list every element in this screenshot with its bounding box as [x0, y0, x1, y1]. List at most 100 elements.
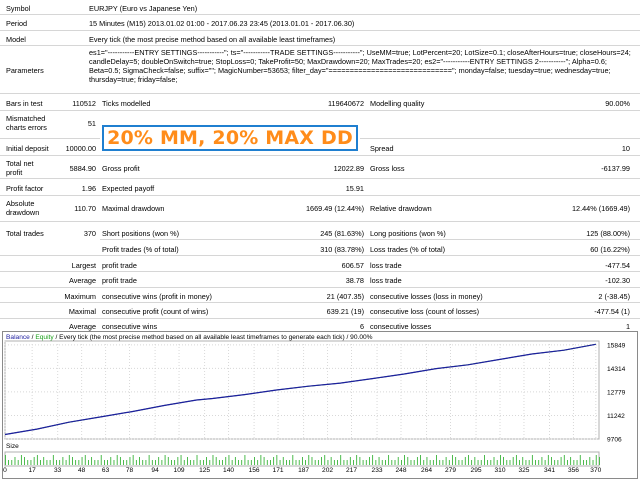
symbol-label: Symbol — [6, 4, 31, 13]
size-bar — [260, 455, 262, 465]
size-bar — [413, 460, 415, 465]
size-bar — [119, 457, 121, 465]
size-bar — [343, 460, 345, 465]
ticks-label: Ticks modelled — [102, 99, 151, 108]
size-bar — [455, 457, 457, 465]
size-bar — [254, 457, 255, 465]
size-bar — [592, 460, 594, 465]
size-bar — [209, 460, 211, 465]
x-tick-label: 109 — [174, 467, 185, 474]
size-bar — [525, 460, 527, 465]
spread-label: Spread — [370, 144, 394, 153]
x-tick-label: 279 — [445, 467, 456, 474]
size-bar — [496, 460, 498, 465]
divider — [0, 287, 640, 288]
size-bar — [177, 457, 179, 465]
size-bar — [423, 460, 425, 465]
largest-profit-label: profit trade — [102, 261, 137, 270]
size-bar — [263, 457, 265, 465]
chart-header-text: / Every tick (the most precise method ba… — [53, 334, 373, 341]
size-bar — [500, 455, 501, 465]
size-bar — [180, 455, 182, 465]
size-bar — [378, 457, 380, 465]
size-bar — [519, 460, 520, 465]
size-bar — [448, 460, 450, 465]
size-label: Size — [6, 443, 19, 450]
size-bar — [145, 460, 147, 465]
size-bar — [522, 457, 524, 465]
size-bar — [538, 460, 540, 465]
deposit-label: Initial deposit — [6, 144, 49, 153]
size-bar — [158, 457, 160, 465]
size-bar — [174, 460, 176, 465]
x-tick-label: 370 — [590, 467, 601, 474]
loss-trades-label: Loss trades (% of total) — [370, 245, 446, 254]
size-bar — [104, 460, 105, 465]
maximal-loss-label: consecutive loss (count of losses) — [370, 307, 480, 316]
size-bar — [30, 460, 32, 465]
largest-profit-value: 606.57 — [341, 261, 364, 270]
abs-dd-label: Absolute drawdown — [6, 199, 40, 217]
average-consec-label: Average — [68, 322, 96, 331]
profit-trades-label: Profit trades (% of total) — [102, 245, 179, 254]
size-bar — [72, 457, 73, 465]
divider — [0, 30, 640, 31]
gross-loss-label: Gross loss — [370, 164, 405, 173]
size-bar — [167, 457, 169, 465]
maximal-profit-value: 639.21 (19) — [326, 307, 364, 316]
size-bar — [305, 460, 306, 465]
largest-loss-value: -477.54 — [605, 261, 630, 270]
x-tick-label: 341 — [544, 467, 555, 474]
size-bar — [327, 460, 329, 465]
size-bar — [583, 460, 584, 465]
period-value: 15 Minutes (M15) 2013.01.02 01:00 - 2017… — [89, 19, 355, 28]
size-bar — [388, 455, 390, 465]
size-bar — [445, 457, 447, 465]
size-bar — [56, 460, 57, 465]
size-bar — [14, 457, 16, 465]
size-bar — [276, 455, 278, 465]
average-consec-losses-value: 1 — [625, 322, 630, 331]
size-bar — [579, 455, 581, 465]
maximum-losses-label: consecutive losses (loss in money) — [370, 292, 483, 301]
size-bar — [228, 455, 230, 465]
size-bar — [199, 460, 201, 465]
size-bar — [468, 455, 469, 465]
size-bar — [308, 455, 310, 465]
size-bar — [183, 460, 185, 465]
size-bar — [148, 455, 150, 465]
size-bar — [247, 460, 249, 465]
size-bar — [46, 460, 48, 465]
size-bar — [340, 455, 342, 465]
y-tick-label: 12779 — [607, 389, 626, 396]
short-pos-label: Short positions (won %) — [102, 229, 180, 238]
size-bar — [560, 457, 562, 465]
annotation-banner: 20% MM, 20% MAX DD — [102, 125, 358, 151]
size-bar — [289, 460, 291, 465]
size-bar — [541, 457, 543, 465]
size-bar — [286, 460, 287, 465]
divider — [0, 195, 640, 196]
size-bar — [551, 457, 552, 465]
size-bar — [75, 460, 77, 465]
rel-dd-label: Relative drawdown — [370, 204, 432, 213]
size-bar — [142, 460, 144, 465]
size-bar — [595, 455, 597, 465]
average-profit-label: profit trade — [102, 276, 137, 285]
size-bar — [135, 460, 137, 465]
size-bar — [206, 457, 207, 465]
size-bar — [547, 455, 549, 465]
divider — [0, 155, 640, 156]
x-tick-label: 125 — [199, 467, 210, 474]
size-bar — [464, 457, 466, 465]
size-bar — [129, 457, 131, 465]
long-pos-value: 125 (88.00%) — [586, 229, 630, 238]
size-bar — [503, 457, 504, 465]
size-bar — [68, 455, 70, 465]
size-bar — [5, 455, 6, 465]
size-bar — [557, 460, 559, 465]
maximum-wins-value: 21 (407.35) — [326, 292, 364, 301]
size-bar — [52, 455, 54, 465]
size-bar — [337, 460, 338, 465]
size-bar — [324, 455, 326, 465]
